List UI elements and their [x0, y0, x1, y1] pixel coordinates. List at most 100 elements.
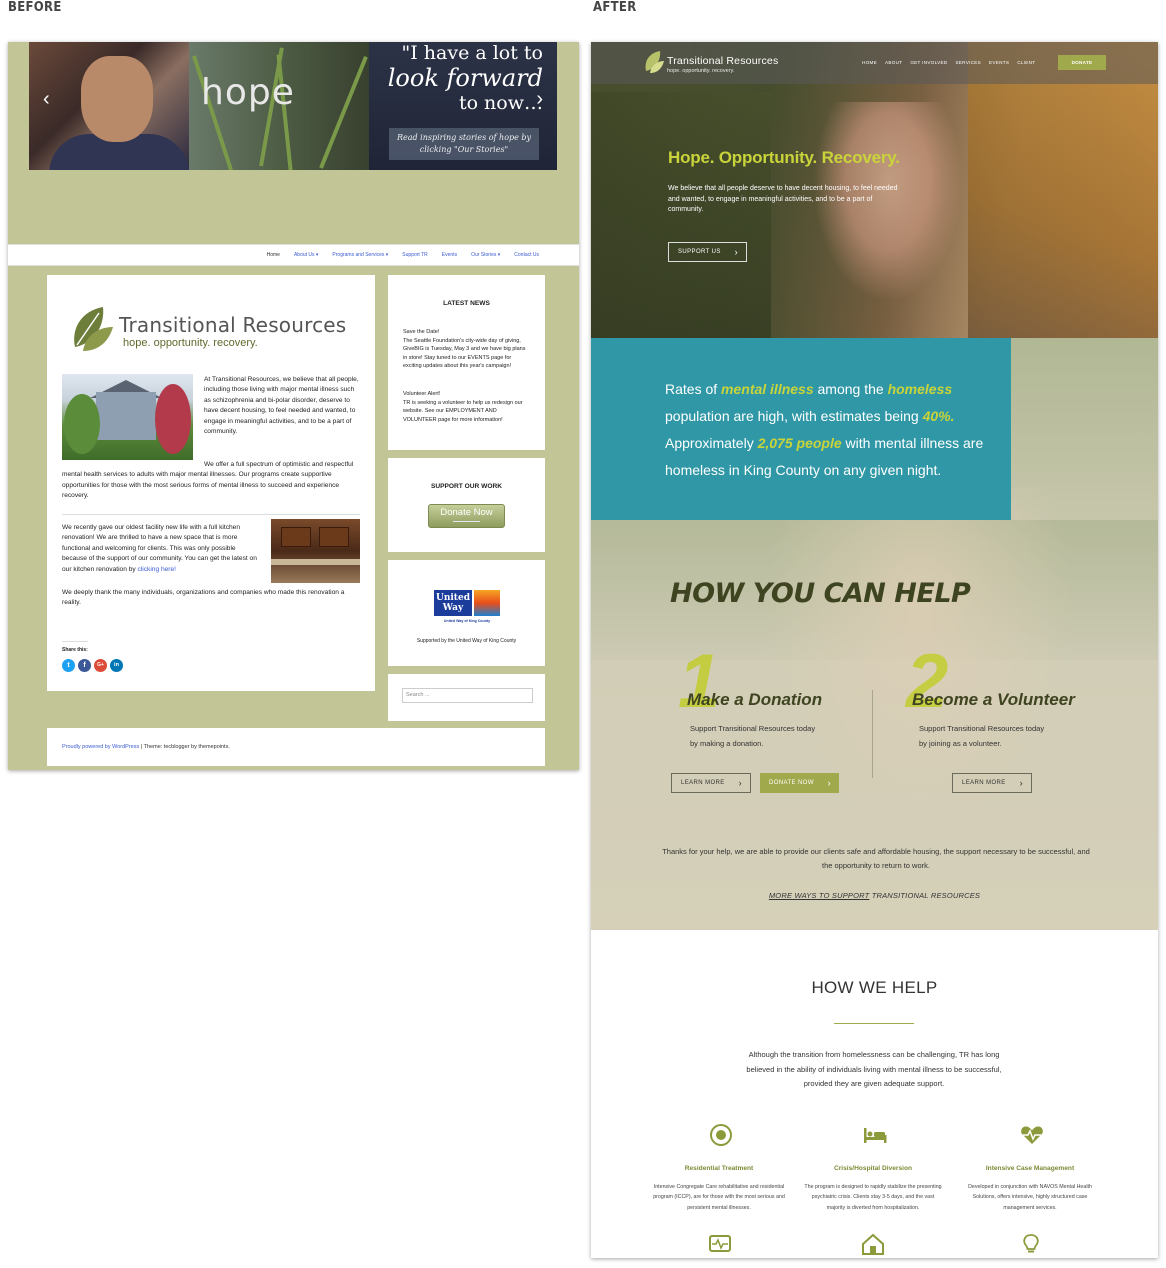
slider-hope-word: hope — [201, 72, 295, 113]
logo-tagline: hope. opportunity. recovery. — [123, 337, 258, 349]
services-paragraph: We offer a full spectrum of optimistic a… — [62, 461, 354, 500]
linkedin-icon[interactable]: in — [110, 659, 123, 672]
support-us-button[interactable]: SUPPORT US › — [668, 242, 747, 262]
become-volunteer-title: Become a Volunteer — [912, 690, 1075, 709]
logo-name: Transitional Resources — [667, 55, 779, 67]
pulse-monitor-icon — [709, 1235, 731, 1252]
kitchen-paragraph: We recently gave our oldest facility new… — [62, 524, 257, 573]
chevron-right-icon: › — [734, 247, 738, 257]
thanks-paragraph: We deeply thank the many individuals, or… — [62, 589, 345, 607]
united-way-logo[interactable]: United Way United Way of King County — [434, 590, 500, 628]
slider-next-arrow-icon[interactable]: › — [536, 88, 543, 111]
how-you-can-help-title: HOW YOU CAN HELP — [670, 578, 971, 609]
nav-about-us[interactable]: About Us ▾ — [294, 252, 318, 258]
donation-learn-more-button[interactable]: LEARN MORE › — [671, 773, 751, 793]
hero-section: Hope. Opportunity. Recovery. We believe … — [591, 42, 1158, 338]
service-description: Intensive Congregate Care rehabilitative… — [653, 1184, 785, 1211]
number-one: 1 — [678, 639, 721, 724]
main-content-card: Transitional Resources hope. opportunity… — [47, 275, 375, 691]
how-we-help-title: HOW WE HELP — [811, 978, 938, 997]
house-icon — [862, 1233, 884, 1255]
leaf-logo-icon — [74, 307, 113, 351]
service-description: Developed in conjunction with NAVOS Ment… — [968, 1184, 1092, 1211]
latest-news-widget: LATEST NEWS Save the Date! The Seattle F… — [388, 275, 545, 450]
after-website-screenshot: Hope. Opportunity. Recovery. We believe … — [591, 42, 1158, 1258]
nav-get-involved[interactable]: GET INVOLVED — [910, 60, 947, 65]
how-we-help-section: HOW WE HELP Although the transition from… — [591, 930, 1158, 1258]
thanks-text: Thanks for your help, we are able to pro… — [662, 847, 1090, 870]
kitchen-photo — [271, 519, 360, 583]
after-label: AFTER — [593, 0, 637, 15]
service-description: The program is designed to rapidly stabi… — [804, 1184, 942, 1211]
intro-paragraph: At Transitional Resources, we believe th… — [204, 376, 359, 436]
top-nav: Home About Us ▾ Programs and Services ▾ … — [8, 244, 579, 266]
logo-tagline: hope. opportunity. recovery. — [667, 68, 735, 74]
header-bar: Transitional Resources hope. opportunity… — [591, 42, 1158, 84]
number-two: 2 — [906, 639, 949, 724]
leaf-logo-icon — [645, 51, 664, 73]
volunteer-learn-more-button[interactable]: LEARN MORE › — [952, 773, 1032, 793]
slider-quote: "I have a lot to look forward to now… — [387, 42, 543, 114]
news-item-1: Save the Date! The Seattle Foundation's … — [403, 329, 526, 370]
how-we-help-text: Although the transition from homelessnes… — [746, 1050, 1002, 1088]
united-way-widget: United Way United Way of King County Supp… — [388, 560, 545, 666]
chevron-right-icon: › — [827, 778, 831, 788]
nav-about[interactable]: ABOUT — [885, 60, 902, 65]
donate-now-button[interactable]: DONATE NOW › — [760, 773, 839, 793]
slider-prev-arrow-icon[interactable]: ‹ — [43, 88, 50, 111]
facebook-icon[interactable]: f — [78, 659, 91, 672]
house-photo — [62, 374, 193, 460]
logo-name: Transitional Resources — [119, 313, 347, 337]
nav-our-stories[interactable]: Our Stories ▾ — [471, 252, 500, 258]
more-ways-to-support: MORE WAYS TO SUPPORT TRANSITIONAL RESOUR… — [768, 891, 981, 900]
slider-caption: Read inspiring stories of hope by clicki… — [389, 128, 539, 160]
service-title: Crisis/Hospital Diversion — [833, 1165, 913, 1172]
site-logo[interactable]: Transitional Resources hope. opportunity… — [643, 49, 793, 77]
title-divider — [834, 1023, 914, 1024]
google-plus-icon[interactable]: G+ — [94, 659, 107, 672]
footer: Proudly powered by WordPress | Theme: te… — [47, 728, 545, 766]
chevron-right-icon: › — [1019, 778, 1023, 788]
united-way-caption: Supported by the United Way of King Coun… — [416, 638, 517, 644]
become-volunteer-text: Support Transitional Resources today by … — [919, 724, 1045, 748]
before-label: BEFORE — [8, 0, 62, 15]
nav-services[interactable]: SERVICES — [955, 60, 981, 65]
latest-news-title: LATEST NEWS — [443, 300, 490, 307]
before-website-screenshot: hope "I have a lot to look forward to no… — [8, 42, 579, 770]
nav-events[interactable]: EVENTS — [989, 60, 1009, 65]
donate-now-button[interactable]: Donate Now ▬▬▬▬▬▬▬▬▬ — [428, 504, 505, 528]
hero-description: We believe that all people deserve to ha… — [668, 185, 898, 213]
nav-home[interactable]: Home — [267, 252, 280, 258]
search-widget: Search ... — [388, 674, 545, 721]
search-input[interactable]: Search ... — [402, 688, 533, 703]
clicking-here-link[interactable]: clicking here! — [138, 566, 176, 573]
more-ways-link[interactable]: MORE WAYS TO SUPPORT — [769, 891, 870, 900]
nav-home[interactable]: HOME — [862, 60, 877, 65]
share-label: Share this: — [62, 647, 88, 653]
footer-text: | Theme: tecblogger by themepoints. — [139, 744, 230, 750]
portrait-photo — [29, 42, 189, 170]
nav-events[interactable]: Events — [442, 252, 457, 258]
nav-support-tr[interactable]: Support TR — [402, 252, 427, 258]
support-title: SUPPORT OUR WORK — [430, 483, 503, 490]
support-widget: SUPPORT OUR WORK Donate Now ▬▬▬▬▬▬▬▬▬ — [388, 458, 545, 552]
make-donation-title: Make a Donation — [687, 690, 823, 709]
chevron-right-icon: › — [738, 778, 742, 788]
statistics-text: Rates of mental illness among the homele… — [665, 381, 984, 478]
hero-slider[interactable]: hope "I have a lot to look forward to no… — [29, 42, 557, 170]
twitter-icon[interactable]: t — [62, 659, 75, 672]
wordpress-link[interactable]: Proudly powered by WordPress — [62, 744, 139, 750]
hero-title: Hope. Opportunity. Recovery. — [668, 148, 900, 167]
service-title: Residential Treatment — [684, 1165, 754, 1172]
site-logo[interactable]: Transitional Resources hope. opportunity… — [67, 299, 367, 359]
target-icon — [710, 1124, 732, 1146]
nav-programs[interactable]: Programs and Services ▾ — [332, 252, 388, 258]
nav-client[interactable]: CLIENT — [1017, 60, 1035, 65]
heartbeat-icon — [1021, 1126, 1043, 1144]
lightbulb-icon — [1023, 1234, 1039, 1253]
nav-contact-us[interactable]: Contact Us — [514, 252, 539, 258]
main-nav: HOME ABOUT GET INVOLVED SERVICES EVENTS … — [862, 60, 1035, 65]
news-item-2: Volunteer Alert! TR is seeking a volunte… — [403, 391, 523, 423]
bed-icon — [864, 1128, 887, 1143]
donate-button[interactable]: DONATE — [1058, 55, 1106, 70]
